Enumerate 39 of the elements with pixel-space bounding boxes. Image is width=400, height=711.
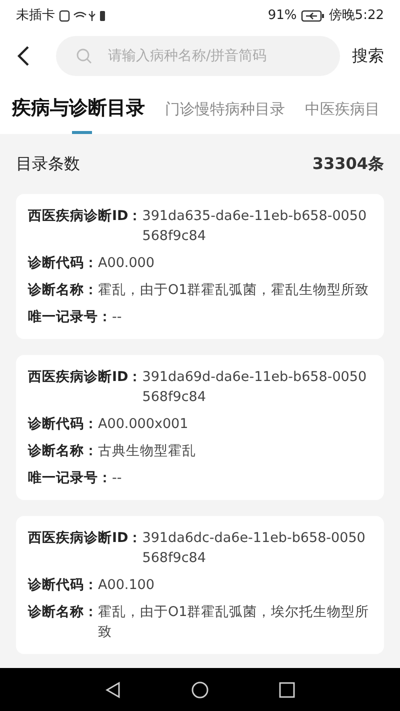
field-value: 391da635-da6e-11eb-b658-0050568f9c84 <box>142 207 368 246</box>
field-value: -- <box>112 308 122 327</box>
battery-icon <box>300 10 325 22</box>
field-value: A00.100 <box>98 576 154 595</box>
search-icon <box>76 48 92 64</box>
category-tab[interactable]: 中医疾病目 <box>305 98 380 134</box>
search-field[interactable]: 请输入病种名称/拼音简码 <box>56 36 340 76</box>
field-label: 西医疾病诊断ID： <box>28 368 142 387</box>
field-label: 诊断代码： <box>28 576 98 595</box>
summary-label: 目录条数 <box>16 153 80 175</box>
clock-text: 傍晚5:22 <box>328 7 384 26</box>
field-label: 诊断名称： <box>28 603 98 622</box>
status-icons <box>59 9 107 23</box>
search-button[interactable]: 搜索 <box>352 44 384 68</box>
nav-back-button[interactable] <box>105 680 121 698</box>
field-label: 唯一记录号： <box>28 308 112 327</box>
field-label: 诊断代码： <box>28 415 98 434</box>
field-label: 唯一记录号： <box>28 469 112 488</box>
record-count: 33304条 <box>312 153 384 175</box>
battery-percent: 91% <box>268 7 297 26</box>
category-tab[interactable]: 疾病与诊断目录 <box>12 94 145 134</box>
field-value: -- <box>112 469 122 488</box>
field-label: 西医疾病诊断ID： <box>28 207 142 226</box>
carrier-text: 未插卡 <box>16 7 55 26</box>
field-label: 诊断代码： <box>28 254 98 273</box>
back-icon <box>16 45 30 67</box>
nav-recents-button[interactable] <box>279 682 295 698</box>
field-value: 古典生物型霍乱 <box>98 442 196 461</box>
nav-home-button[interactable] <box>191 680 209 698</box>
field-value: 霍乱，由于O1群霍乱弧菌，埃尔托生物型所致 <box>98 603 370 642</box>
field-value: 391da69d-da6e-11eb-b658-0050568f9c84 <box>142 368 368 407</box>
field-label: 西医疾病诊断ID： <box>28 529 142 548</box>
category-tab[interactable]: 门诊慢特病种目录 <box>165 98 285 134</box>
field-value: 391da6dc-da6e-11eb-b658-0050568f9c84 <box>142 529 366 568</box>
field-value: A00.000x001 <box>98 415 188 434</box>
field-label: 诊断名称： <box>28 442 98 461</box>
field-value: 霍乱，由于O1群霍乱弧菌，霍乱生物型所致 <box>98 281 370 300</box>
field-value: A00.000 <box>98 254 154 273</box>
field-label: 诊断名称： <box>28 281 98 300</box>
